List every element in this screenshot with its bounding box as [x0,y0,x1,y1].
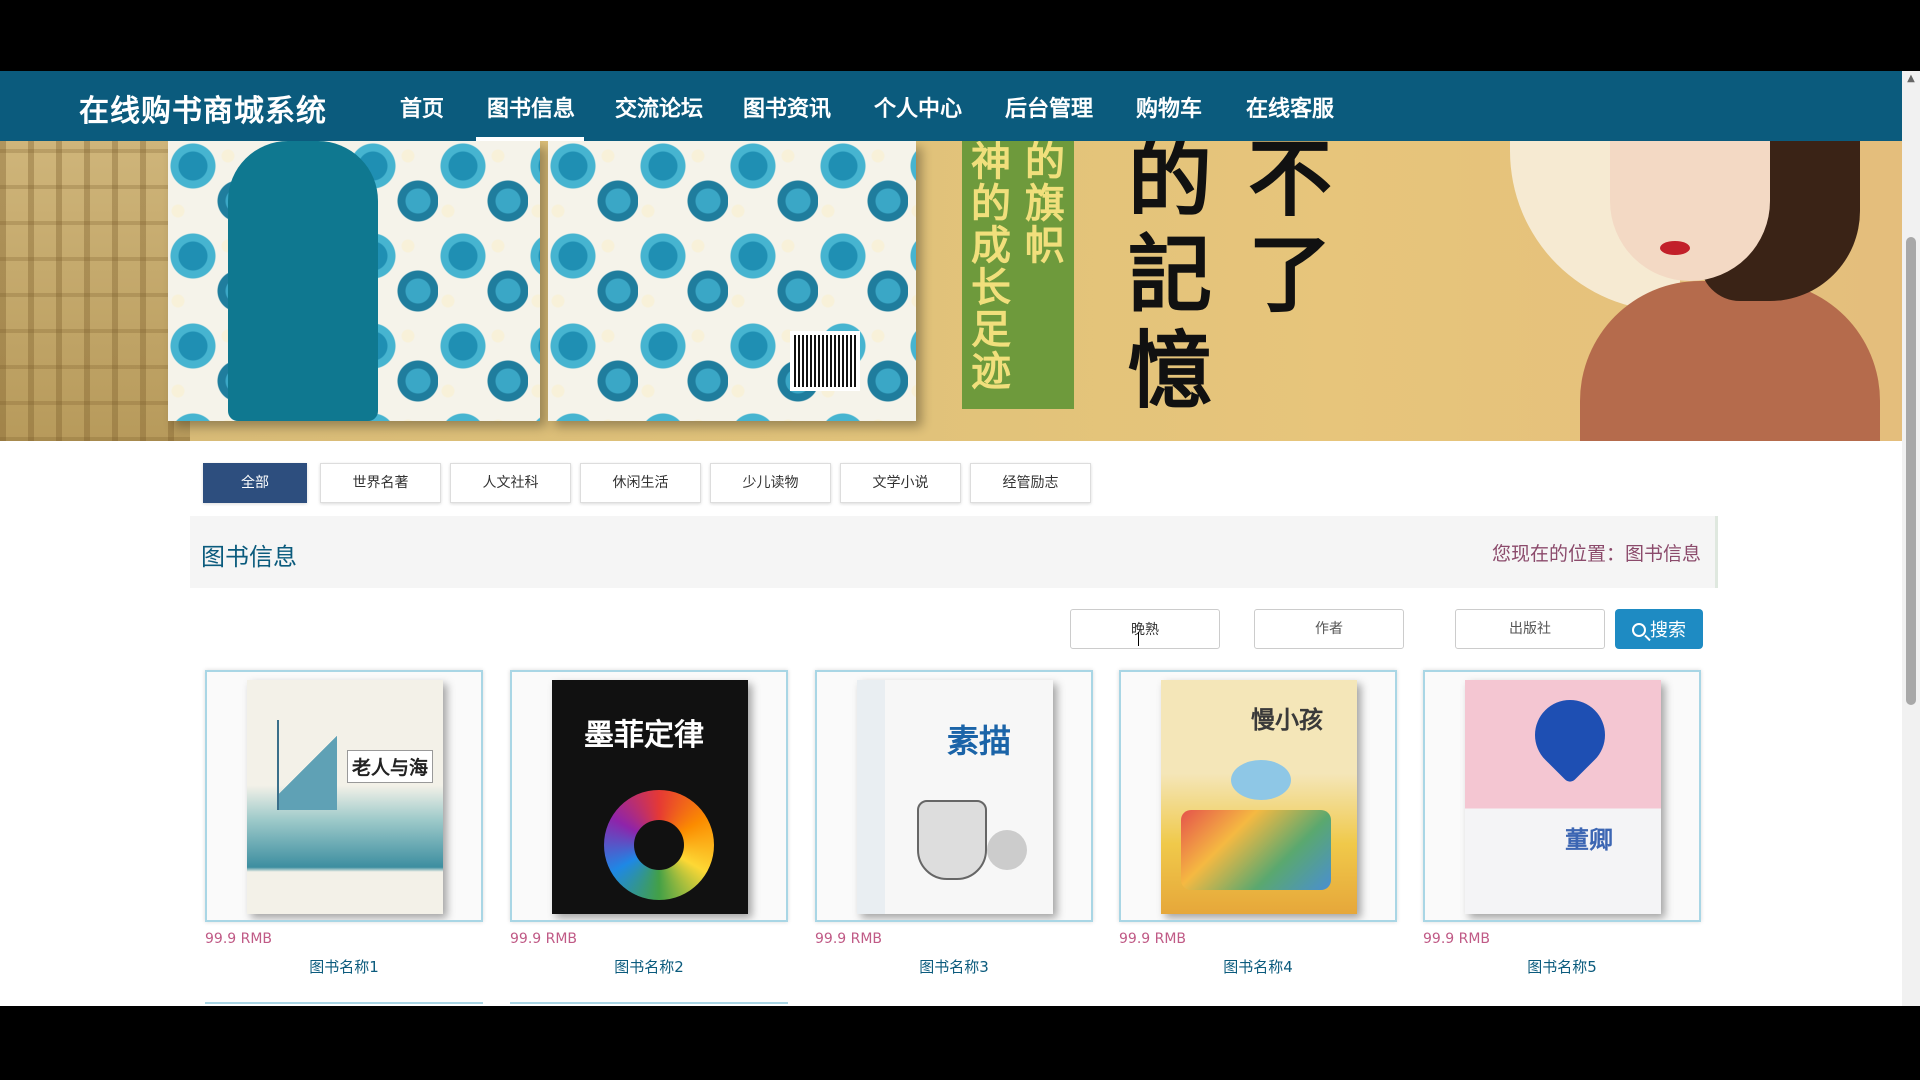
book-name[interactable]: 图书名称4 [1119,956,1397,977]
nav-item-admin[interactable]: 后台管理 [1005,91,1093,123]
book-cover-image: 董卿 [1465,680,1661,914]
cover-title: 董卿 [1565,826,1613,854]
nav-item-forum[interactable]: 交流论坛 [615,91,703,123]
category-business[interactable]: 经管励志 [970,463,1091,503]
scroll-up-arrow-icon[interactable]: ▲ [1902,73,1920,85]
silhouette-figure [228,141,378,421]
book-cover-frame[interactable]: 董卿 [1423,670,1701,922]
vertical-scrollbar[interactable]: ▲ [1902,71,1920,1006]
scrollbar-thumb[interactable] [1906,237,1916,705]
book-cover-frame[interactable]: 素描 [815,670,1093,922]
barcode-image [790,331,860,391]
category-all[interactable]: 全部 [203,463,307,503]
next-row-card-edge [205,1002,483,1006]
lady-illustration [1500,141,1902,441]
category-humanities[interactable]: 人文社科 [450,463,571,503]
section-header: 图书信息 您现在的位置：图书信息 [190,516,1718,588]
nav-item-customer-service[interactable]: 在线客服 [1246,91,1334,123]
banner-buildings-bg [0,141,190,441]
book-card[interactable]: 老人与海 99.9 RMB 图书名称1 [205,670,483,977]
fruit-sketch [987,830,1027,870]
book-card[interactable]: 慢小孩 99.9 RMB 图书名称4 [1119,670,1397,977]
search-icon [1632,623,1646,637]
banner-book-cover-front [168,141,540,421]
nav-item-book-info[interactable]: 图书信息 [487,91,575,123]
cover-title: 墨菲定律 [584,718,704,753]
search-button-label: 搜索 [1650,620,1686,641]
colorful-illustration [1181,810,1331,890]
book-cover-image: 墨菲定律 [552,680,748,914]
calligraphy-text-right: 不了 [1247,141,1332,324]
text-cursor-icon [1138,632,1146,646]
lady-dress [1580,281,1880,441]
book-name[interactable]: 图书名称3 [815,956,1093,977]
calligraphy-text-left: 的記憶 [1127,141,1212,420]
teapot-sketch [917,800,987,880]
breadcrumb: 您现在的位置：图书信息 [1491,543,1701,565]
book-cover-image: 老人与海 [247,680,443,914]
book-card[interactable]: 素描 99.9 RMB 图书名称3 [815,670,1093,977]
children-illustration [1231,760,1291,800]
next-row-card-edge [510,1002,788,1006]
spine-text-left: 神的成长足迹 [971,141,1011,395]
book-price: 99.9 RMB [1119,931,1187,947]
book-name[interactable]: 图书名称1 [205,956,483,977]
publisher-search-input[interactable] [1455,609,1605,649]
book-price: 99.9 RMB [205,931,273,947]
banner-green-spine: 神的成长足迹 的旗帜 [962,141,1074,409]
book-cover-image: 素描 [857,680,1053,914]
search-button[interactable]: 搜索 [1615,609,1703,649]
lotus-flower-illustration [1520,685,1620,785]
book-price: 99.9 RMB [1423,931,1491,947]
browser-viewport: 在线购书商城系统 首页 图书信息 交流论坛 图书资讯 个人中心 后台管理 购物车… [0,71,1920,1006]
banner-book-cover-back [548,141,916,421]
cover-title: 老人与海 [347,750,434,783]
nav-item-personal-center[interactable]: 个人中心 [874,91,962,123]
lady-lips [1660,241,1690,255]
book-price: 99.9 RMB [815,931,883,947]
book-cover-frame[interactable]: 老人与海 [205,670,483,922]
page-title: 图书信息 [201,543,297,571]
banner-carousel[interactable]: 神的成长足迹 的旗帜 的記憶 不了 [0,141,1902,441]
color-wheel-illustration [604,790,714,900]
sailboat-illustration [277,720,337,810]
nav-item-book-news[interactable]: 图书资讯 [743,91,831,123]
category-children[interactable]: 少儿读物 [710,463,831,503]
book-cover-image: 慢小孩 [1161,680,1357,914]
book-cover-frame[interactable]: 墨菲定律 [510,670,788,922]
top-nav-bar: 在线购书商城系统 首页 图书信息 交流论坛 图书资讯 个人中心 后台管理 购物车… [0,71,1902,141]
site-title[interactable]: 在线购书商城系统 [79,86,327,130]
nav-item-home[interactable]: 首页 [400,91,444,123]
author-search-input[interactable] [1254,609,1404,649]
cover-spine [857,680,885,914]
book-name[interactable]: 图书名称5 [1423,956,1701,977]
category-leisure[interactable]: 休闲生活 [580,463,701,503]
book-name[interactable]: 图书名称2 [510,956,788,977]
screen: 在线购书商城系统 首页 图书信息 交流论坛 图书资讯 个人中心 后台管理 购物车… [0,0,1920,1080]
spine-text-right: 的旗帜 [1025,141,1065,269]
category-fiction[interactable]: 文学小说 [840,463,961,503]
nav-item-cart[interactable]: 购物车 [1136,91,1202,123]
cover-title: 慢小孩 [1251,706,1323,734]
cover-title: 素描 [947,722,1012,760]
book-price: 99.9 RMB [510,931,578,947]
category-world-classics[interactable]: 世界名著 [320,463,441,503]
book-cover-frame[interactable]: 慢小孩 [1119,670,1397,922]
book-card[interactable]: 墨菲定律 99.9 RMB 图书名称2 [510,670,788,977]
book-card[interactable]: 董卿 99.9 RMB 图书名称5 [1423,670,1701,977]
